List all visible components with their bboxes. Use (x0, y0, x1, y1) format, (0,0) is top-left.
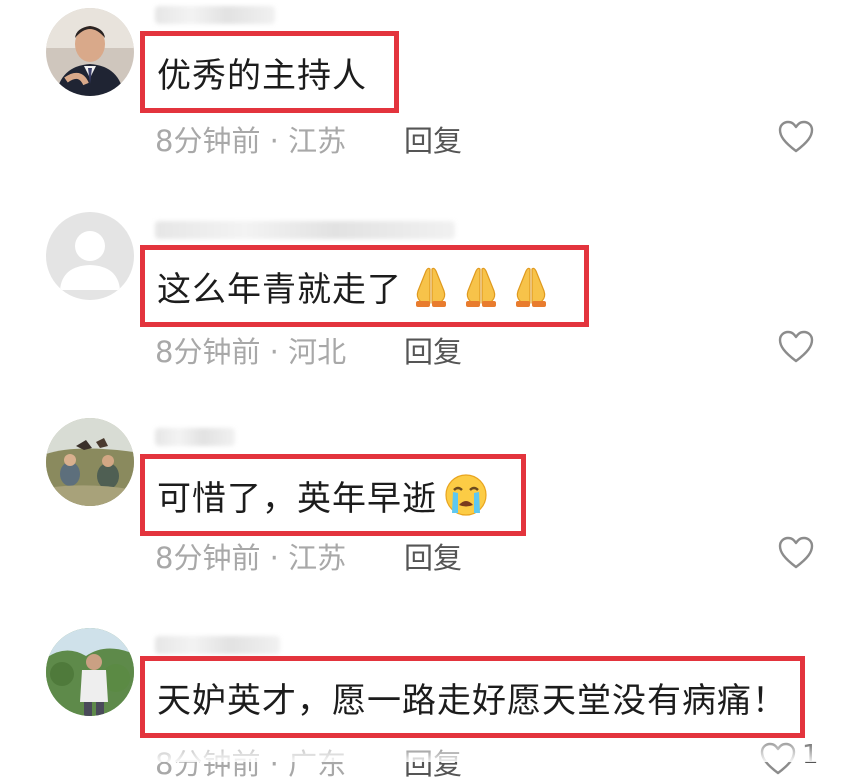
emoji-row (408, 263, 554, 309)
comment-text: 优秀的主持人 (157, 55, 367, 96)
heart-icon[interactable] (778, 536, 814, 570)
heart-icon[interactable] (778, 330, 814, 364)
username-blurred (155, 221, 455, 239)
comment-bubble: 可惜了，英年早逝 (140, 454, 526, 536)
reply-button[interactable]: 回复 (404, 329, 462, 371)
loudly-crying-face-emoji-icon (443, 472, 489, 518)
comment-meta: 8分钟前 · 河北 (155, 335, 347, 369)
username-blurred (155, 6, 275, 24)
emoji-row (443, 472, 489, 518)
comment-text: 可惜了，英年早逝 (157, 478, 437, 519)
reply-button[interactable]: 回复 (404, 118, 462, 160)
avatar[interactable] (46, 8, 134, 96)
heart-icon[interactable] (778, 120, 814, 154)
comment-text: 这么年青就走了 (157, 269, 402, 310)
folded-hands-emoji-icon (458, 263, 504, 309)
comment-meta: 8分钟前 · 江苏 (155, 124, 347, 158)
comment-bubble: 天妒英才，愿一路走好愿天堂没有病痛！ (140, 656, 805, 738)
bottom-cutoff-fade (0, 738, 864, 762)
username-blurred (155, 636, 280, 654)
avatar[interactable] (46, 212, 134, 300)
comment-bubble: 这么年青就走了 (140, 245, 589, 327)
username-blurred (155, 428, 235, 446)
avatar[interactable] (46, 628, 134, 716)
folded-hands-emoji-icon (408, 263, 454, 309)
folded-hands-emoji-icon (508, 263, 554, 309)
comment-text: 天妒英才，愿一路走好愿天堂没有病痛！ (157, 680, 787, 721)
comment-bubble: 优秀的主持人 (140, 31, 399, 113)
avatar[interactable] (46, 418, 134, 506)
comment-meta: 8分钟前 · 江苏 (155, 541, 347, 575)
reply-button[interactable]: 回复 (404, 535, 462, 577)
